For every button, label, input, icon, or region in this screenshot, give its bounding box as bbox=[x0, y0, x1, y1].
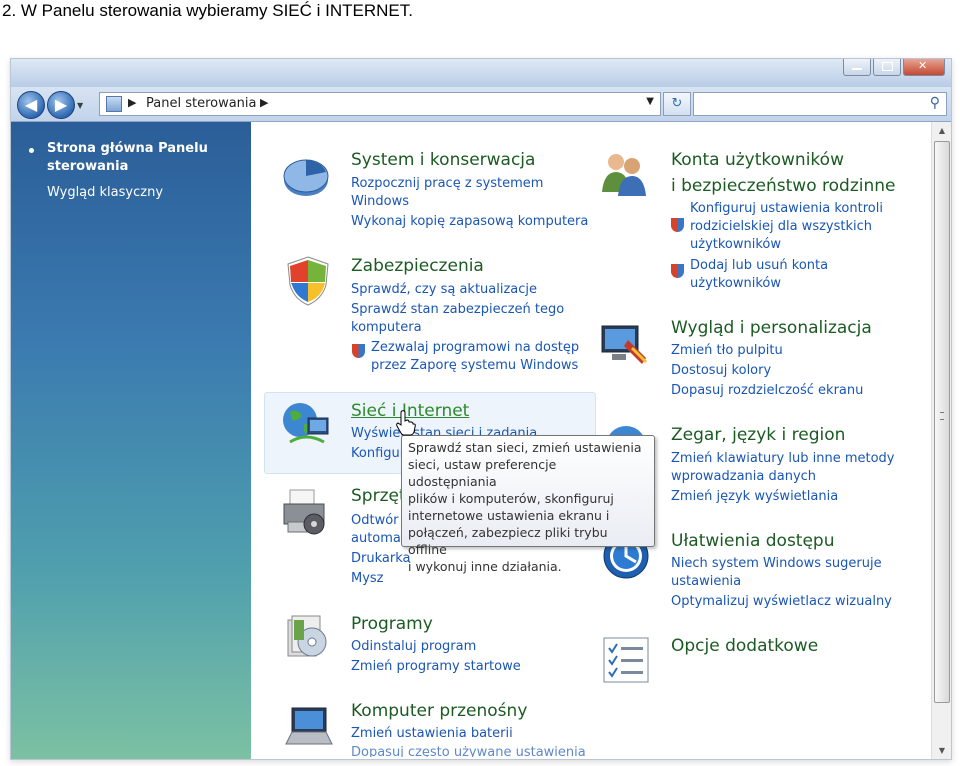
search-input[interactable]: ⚲ bbox=[693, 92, 947, 116]
network-globe-icon[interactable] bbox=[280, 398, 332, 450]
access-link-optimize[interactable]: Optymalizuj wyświetlacz wizualny bbox=[671, 593, 892, 611]
breadcrumb-arrow-icon[interactable]: ▶ bbox=[128, 96, 136, 109]
appearance-icon[interactable] bbox=[598, 318, 650, 370]
laptop-icon[interactable] bbox=[282, 702, 334, 754]
system-link-welcome-cont[interactable]: Windows bbox=[351, 193, 409, 211]
printer-icon[interactable] bbox=[280, 486, 332, 538]
security-link-status[interactable]: Sprawdź stan zabezpieczeń tego bbox=[351, 301, 564, 319]
accounts-link-parental-cont[interactable]: rodzicielskiej dla wszystkich bbox=[690, 218, 872, 236]
accounts-link-parental-cont2[interactable]: użytkowników bbox=[690, 236, 781, 254]
uac-shield-icon bbox=[671, 264, 684, 278]
control-panel-home-link[interactable]: Strona główna Panelu sterowania bbox=[47, 140, 208, 176]
breadcrumb-control-panel[interactable]: Panel sterowania bbox=[146, 96, 257, 111]
hardware-link-autoplay-cont[interactable]: automa bbox=[351, 530, 401, 548]
vertical-scrollbar[interactable]: ▲ ▼ bbox=[931, 122, 951, 759]
security-shield-icon[interactable] bbox=[282, 255, 334, 307]
caption-buttons bbox=[843, 59, 945, 76]
security-link-updates[interactable]: Sprawdź, czy są aktualizacje bbox=[351, 281, 537, 299]
mobile-pc-title[interactable]: Komputer przenośny bbox=[351, 701, 527, 721]
additional-options-icon[interactable] bbox=[600, 634, 652, 686]
system-link-backup[interactable]: Wykonaj kopię zapasową komputera bbox=[351, 213, 588, 231]
ease-of-access-title[interactable]: Ułatwienia dostępu bbox=[671, 531, 835, 551]
programs-icon[interactable] bbox=[282, 612, 334, 664]
user-accounts-icon[interactable] bbox=[598, 148, 650, 200]
clock-region-title[interactable]: Zegar, język i region bbox=[671, 425, 845, 445]
home-link-line2: sterowania bbox=[47, 159, 129, 174]
additional-options-title[interactable]: Opcje dodatkowe bbox=[671, 636, 818, 656]
tooltip-line: plików i komputerów, skonfiguruj bbox=[408, 491, 614, 506]
appearance-link-wallpaper[interactable]: Zmień tło pulpitu bbox=[671, 342, 783, 360]
hardware-link-autoplay[interactable]: Odtwór bbox=[351, 512, 399, 530]
tooltip-line: sieci, ustaw preferencje udostępniania bbox=[408, 457, 557, 489]
tooltip: Sprawdź stan sieci, zmień ustawienia sie… bbox=[401, 435, 655, 574]
security-link-firewall[interactable]: Zezwalaj programowi na dostęp bbox=[371, 339, 579, 357]
close-button[interactable] bbox=[903, 59, 945, 76]
appearance-link-colors[interactable]: Dostosuj kolory bbox=[671, 362, 771, 380]
hardware-sound-title[interactable]: Sprzęt bbox=[351, 486, 406, 506]
user-accounts-title[interactable]: Konta użytkowników bbox=[671, 150, 844, 170]
navigation-bar: ◀ ▶ ▼ ▶ Panel sterowania ▶ ▼ ↻ ⚲ bbox=[11, 87, 951, 122]
hand-cursor-icon bbox=[396, 410, 416, 436]
refresh-button[interactable]: ↻ bbox=[663, 92, 691, 116]
mobile-link-battery[interactable]: Zmień ustawienia baterii bbox=[351, 725, 513, 743]
scroll-down-icon[interactable]: ▼ bbox=[932, 742, 951, 759]
tooltip-line: internetowe ustawienia ekranu i bbox=[408, 508, 610, 523]
history-dropdown-icon[interactable]: ▼ bbox=[77, 101, 83, 110]
accounts-link-add-remove-cont[interactable]: użytkowników bbox=[690, 275, 781, 293]
uac-shield-icon bbox=[671, 218, 684, 232]
address-bar[interactable]: ▶ Panel sterowania ▶ ▼ bbox=[99, 92, 661, 116]
system-maintenance-title[interactable]: System i konserwacja bbox=[351, 150, 535, 170]
accounts-link-add-remove[interactable]: Dodaj lub usuń konta bbox=[690, 257, 828, 275]
breadcrumb-arrow-icon[interactable]: ▶ bbox=[260, 96, 268, 109]
appearance-link-resolution[interactable]: Dopasuj rozdzielczość ekranu bbox=[671, 382, 863, 400]
clock-link-language[interactable]: Zmień język wyświetlania bbox=[671, 488, 838, 506]
search-icon[interactable]: ⚲ bbox=[930, 95, 940, 111]
mobile-link-settings[interactable]: Dopasuj często używane ustawienia bbox=[351, 744, 586, 757]
maximize-button[interactable] bbox=[873, 59, 901, 76]
access-link-suggest[interactable]: Niech system Windows sugeruje bbox=[671, 555, 882, 573]
system-link-welcome[interactable]: Rozpocznij pracę z systemem bbox=[351, 175, 543, 193]
uac-shield-icon bbox=[352, 344, 365, 358]
scroll-thumb[interactable] bbox=[934, 141, 950, 703]
clock-link-keyboards[interactable]: Zmień klawiatury lub inne metody bbox=[671, 450, 895, 468]
clock-link-keyboards-cont[interactable]: wprowadzania danych bbox=[671, 468, 816, 486]
control-panel-icon bbox=[106, 96, 122, 112]
tooltip-line: Sprawdź stan sieci, zmień ustawienia bbox=[408, 440, 642, 455]
tooltip-line: połączeń, zabezpiecz pliki trybu offline bbox=[408, 525, 608, 557]
task-pane: Strona główna Panelu sterowania Wygląd k… bbox=[11, 122, 251, 759]
bullet-icon bbox=[29, 148, 34, 153]
classic-view-link[interactable]: Wygląd klasyczny bbox=[47, 184, 163, 202]
scroll-up-icon[interactable]: ▲ bbox=[932, 122, 951, 139]
programs-title[interactable]: Programy bbox=[351, 614, 433, 634]
hardware-link-printer[interactable]: Drukarka bbox=[351, 550, 410, 568]
accounts-link-parental[interactable]: Konfiguruj ustawienia kontroli bbox=[690, 200, 883, 218]
system-maintenance-icon[interactable] bbox=[280, 150, 332, 202]
appearance-title[interactable]: Wygląd i personalizacja bbox=[671, 318, 872, 338]
programs-link-startup[interactable]: Zmień programy startowe bbox=[351, 658, 521, 676]
caption: 2. W Panelu sterowania wybieramy SIEĆ i … bbox=[2, 1, 413, 20]
home-link-line1: Strona główna Panelu bbox=[47, 141, 208, 156]
security-link-firewall-cont[interactable]: przez Zaporę systemu Windows bbox=[371, 357, 578, 375]
programs-link-uninstall[interactable]: Odinstaluj program bbox=[351, 638, 476, 656]
access-link-suggest-cont[interactable]: ustawienia bbox=[671, 573, 741, 591]
minimize-button[interactable] bbox=[843, 59, 871, 76]
back-button[interactable]: ◀ bbox=[17, 91, 45, 119]
security-title[interactable]: Zabezpieczenia bbox=[351, 256, 484, 276]
user-accounts-title-cont[interactable]: i bezpieczeństwo rodzinne bbox=[671, 176, 895, 196]
forward-button[interactable]: ▶ bbox=[47, 91, 75, 119]
hardware-link-mouse[interactable]: Mysz bbox=[351, 570, 384, 588]
title-bar bbox=[11, 59, 951, 87]
address-dropdown-icon[interactable]: ▼ bbox=[646, 96, 654, 107]
security-link-status-cont[interactable]: komputera bbox=[351, 319, 422, 337]
tooltip-line: i wykonuj inne działania. bbox=[408, 559, 562, 574]
